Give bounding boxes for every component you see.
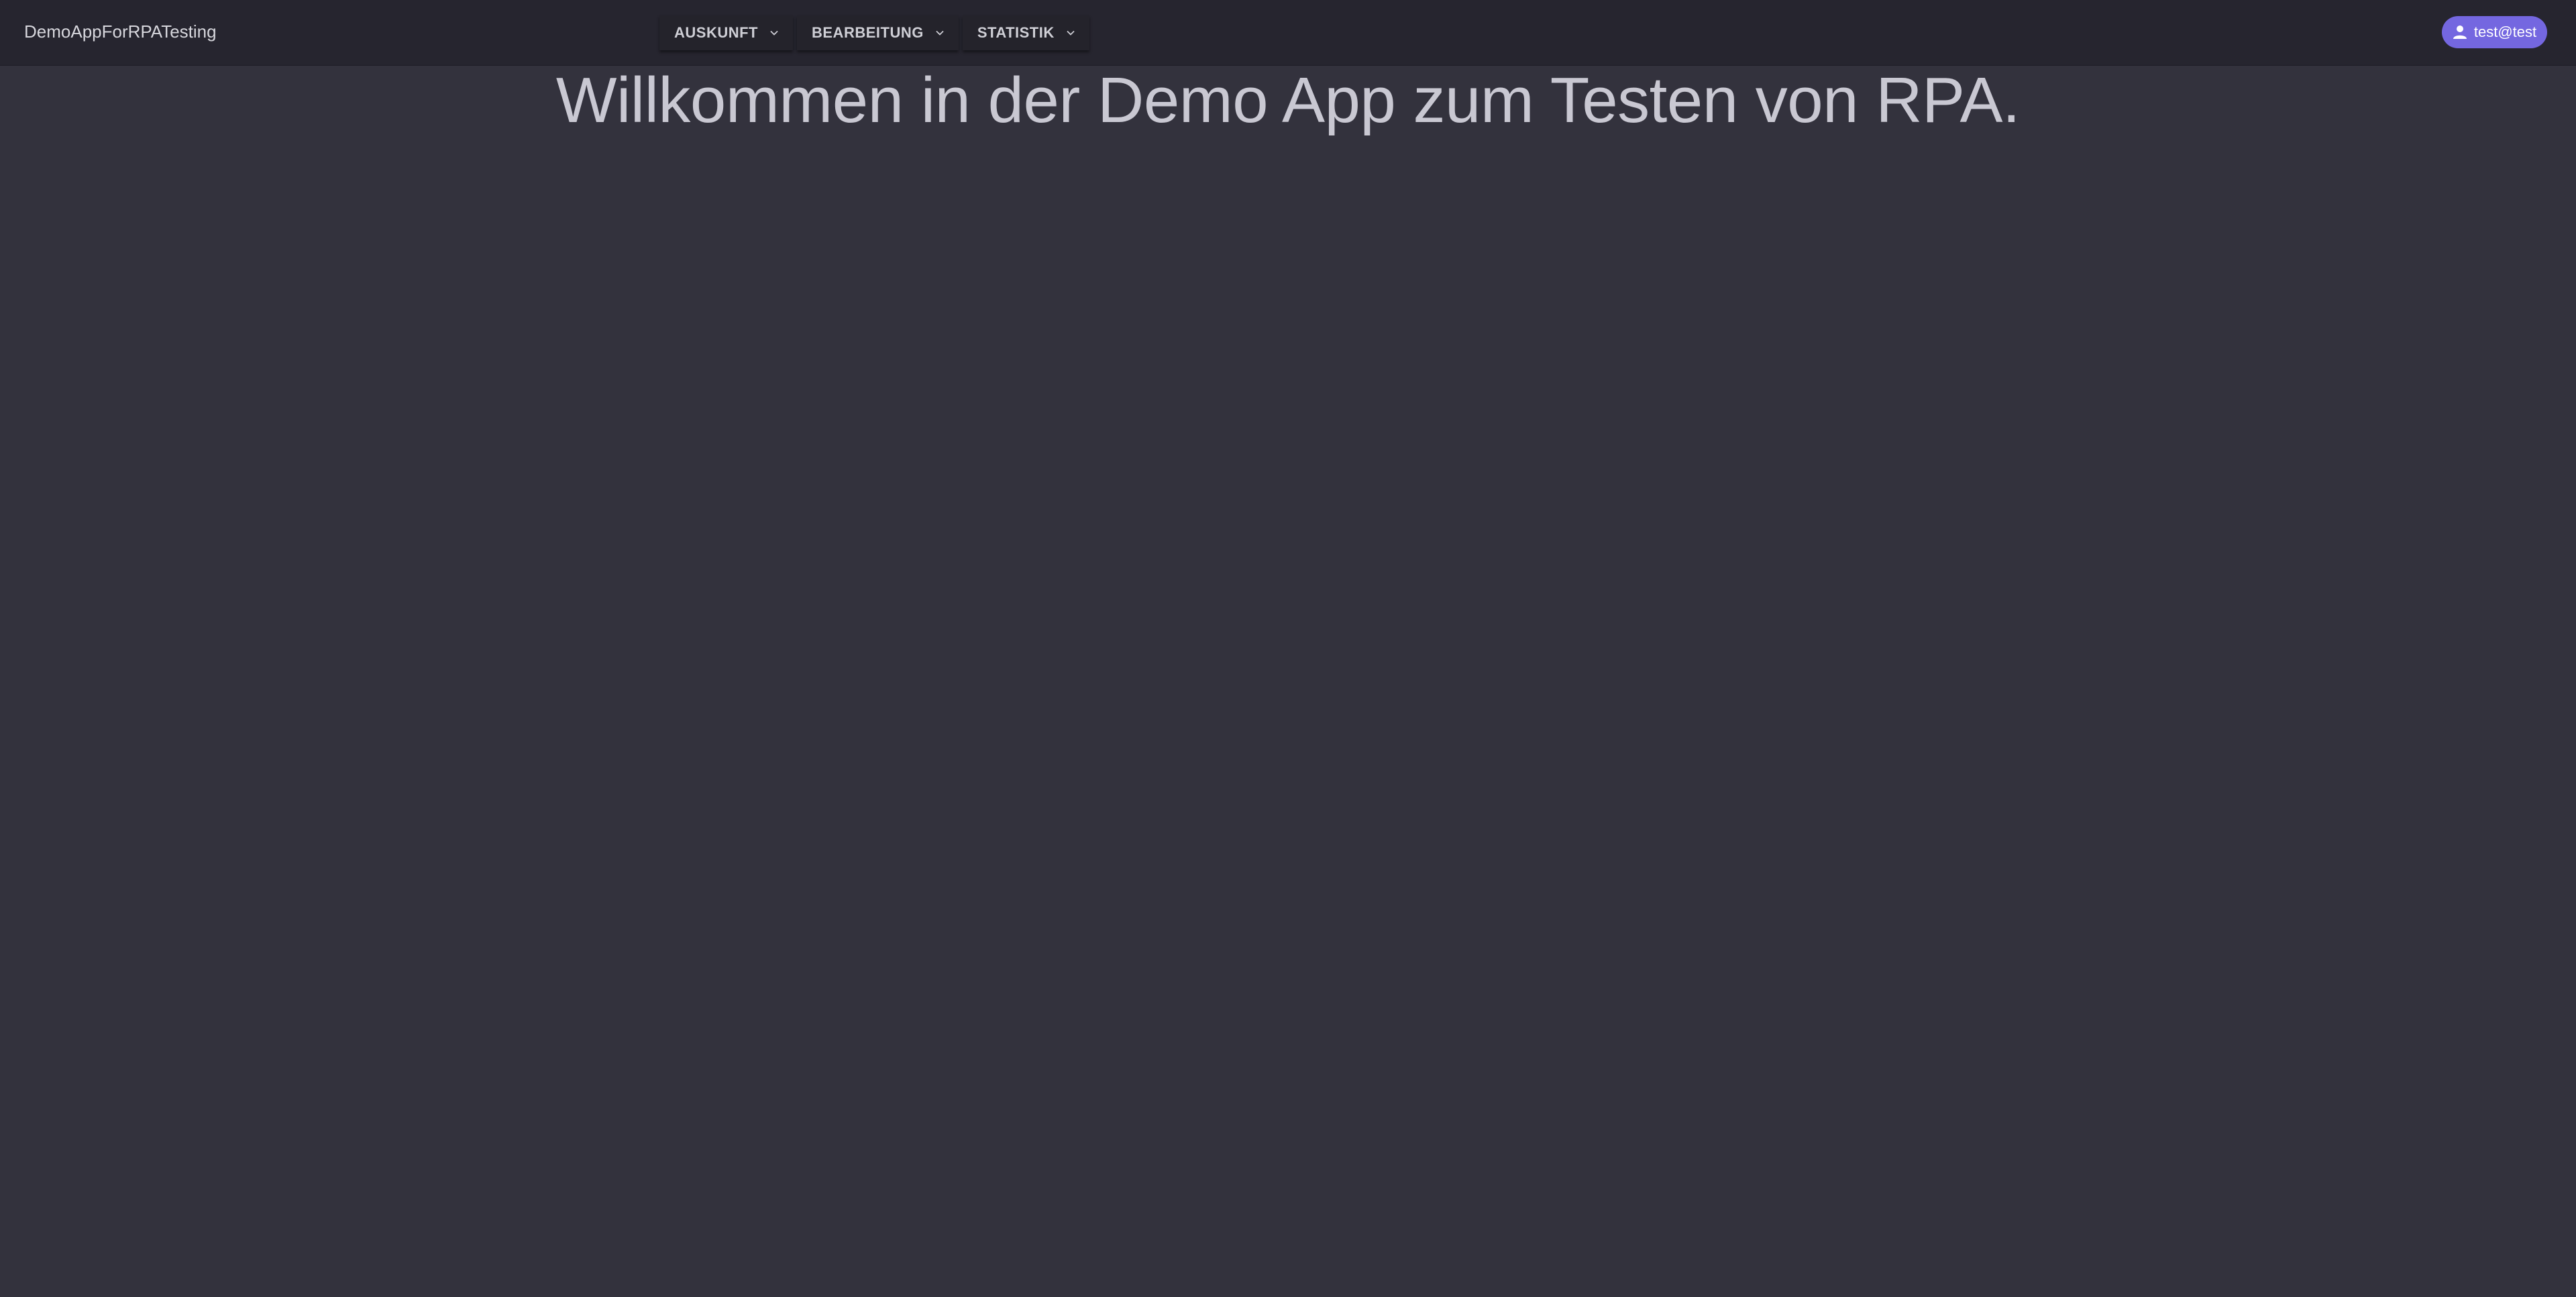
chevron-down-icon [1067,30,1075,36]
main-nav: AUSKUNFT BEARBEITUNG STATISTIK [659,15,1089,50]
user-email: test@test [2473,23,2537,40]
nav-label: STATISTIK [977,24,1055,41]
nav-menu-bearbeitung[interactable]: BEARBEITUNG [797,15,959,50]
chevron-down-icon [770,30,778,36]
person-icon [2453,25,2467,39]
chevron-down-icon [936,30,944,36]
user-menu-button[interactable]: test@test [2442,16,2547,48]
nav-label: BEARBEITUNG [812,24,924,41]
nav-menu-auskunft[interactable]: AUSKUNFT [659,15,793,50]
page-title: Willkommen in der Demo App zum Testen vo… [555,64,2021,136]
nav-label: AUSKUNFT [674,24,758,41]
nav-menu-statistik[interactable]: STATISTIK [962,15,1089,50]
top-app-bar: DemoAppForRPATesting AUSKUNFT BEARBEITUN… [0,0,2576,66]
app-brand[interactable]: DemoAppForRPATesting [24,21,217,42]
